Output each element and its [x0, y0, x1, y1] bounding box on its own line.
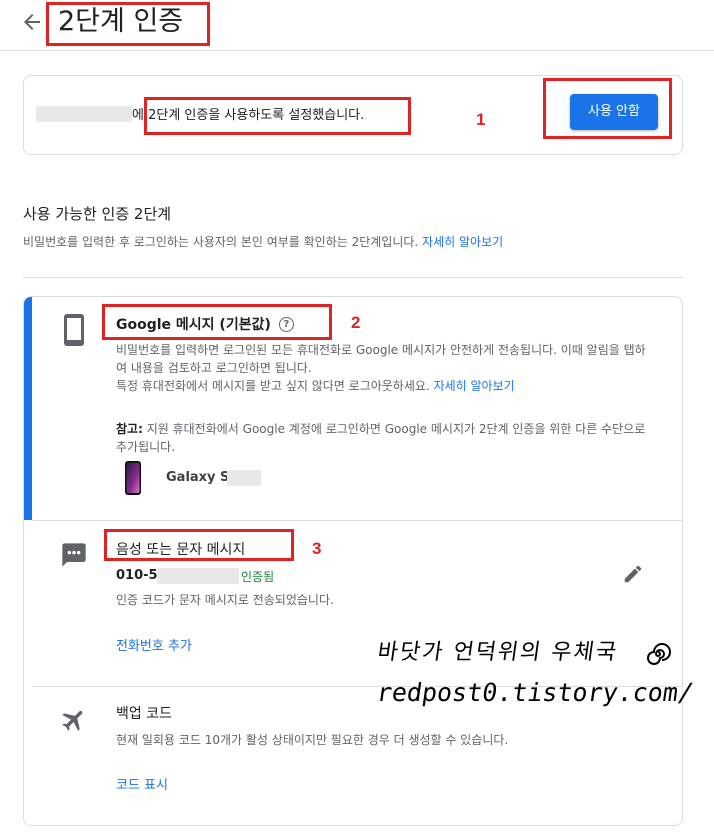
- row-divider-1: [33, 520, 682, 521]
- spiral-logo-icon: [647, 643, 671, 665]
- airplane-icon: [62, 710, 83, 731]
- annotation-box-title: [46, 2, 210, 46]
- backup-codes-description: 현재 일회용 코드 10개가 활성 상태이지만 필요한 경우 더 생성할 수 있…: [116, 733, 509, 747]
- phone-number: 010-5: [116, 568, 158, 583]
- backup-codes-title: 백업 코드: [116, 706, 172, 722]
- device-name: Galaxy S: [166, 470, 230, 485]
- annotation-number-2: 2: [351, 313, 361, 332]
- note-label: 참고:: [116, 422, 143, 436]
- redacted-account: [36, 106, 132, 122]
- watermark-url: redpost0.tistory.com/: [374, 678, 696, 707]
- annotation-box-button: [543, 78, 672, 139]
- google-prompt-learn-more[interactable]: 자세히 알아보기: [434, 379, 515, 393]
- show-codes-link[interactable]: 코드 표시: [116, 774, 168, 793]
- section-description: 비밀번호를 입력한 후 로그인하는 사용자의 본인 여부를 확인하는 2단계입니…: [23, 233, 503, 250]
- google-prompt-desc-line2: 특정 휴대전화에서 메시지를 받고 싶지 않다면 로그아웃하세요.: [116, 379, 430, 393]
- default-method-accent: [24, 297, 32, 520]
- section-title: 사용 가능한 인증 2단계: [23, 205, 172, 223]
- google-prompt-desc-line1: 비밀번호를 입력하면 로그인된 모든 휴대전화로 Google 메시지가 안전하…: [116, 343, 646, 375]
- redacted-device-model: [227, 470, 261, 486]
- message-icon: [62, 543, 86, 567]
- annotation-number-1: 1: [476, 110, 486, 129]
- section-divider: [23, 277, 683, 278]
- note-text: 지원 휴대전화에서 Google 계정에 로그인하면 Google 메시지가 2…: [116, 422, 646, 454]
- phone-icon: [64, 314, 84, 346]
- google-prompt-note: 참고: 지원 휴대전화에서 Google 계정에 로그인하면 Google 메시…: [116, 420, 656, 456]
- annotation-box-1: [144, 97, 411, 135]
- galaxy-phone-icon: [125, 461, 141, 495]
- google-prompt-description: 비밀번호를 입력하면 로그인된 모든 휴대전화로 Google 메시지가 안전하…: [116, 341, 656, 395]
- section-description-text: 비밀번호를 입력한 후 로그인하는 사용자의 본인 여부를 확인하는 2단계입니…: [23, 235, 419, 249]
- annotation-box-3: [104, 529, 294, 561]
- add-phone-link[interactable]: 전화번호 추가: [116, 635, 192, 654]
- annotation-box-2: [102, 304, 332, 340]
- learn-more-link[interactable]: 자세히 알아보기: [422, 235, 503, 249]
- verified-badge: 인증됨: [241, 570, 275, 584]
- edit-pencil-icon[interactable]: [622, 563, 644, 585]
- annotation-number-3: 3: [312, 539, 322, 558]
- back-arrow-icon[interactable]: [20, 10, 44, 34]
- voice-sms-description: 인증 코드가 문자 메시지로 전송되었습니다.: [116, 593, 334, 607]
- redacted-phone: [157, 568, 239, 584]
- watermark-blog-name: 바닷가 언덕위의 우체국: [375, 640, 620, 665]
